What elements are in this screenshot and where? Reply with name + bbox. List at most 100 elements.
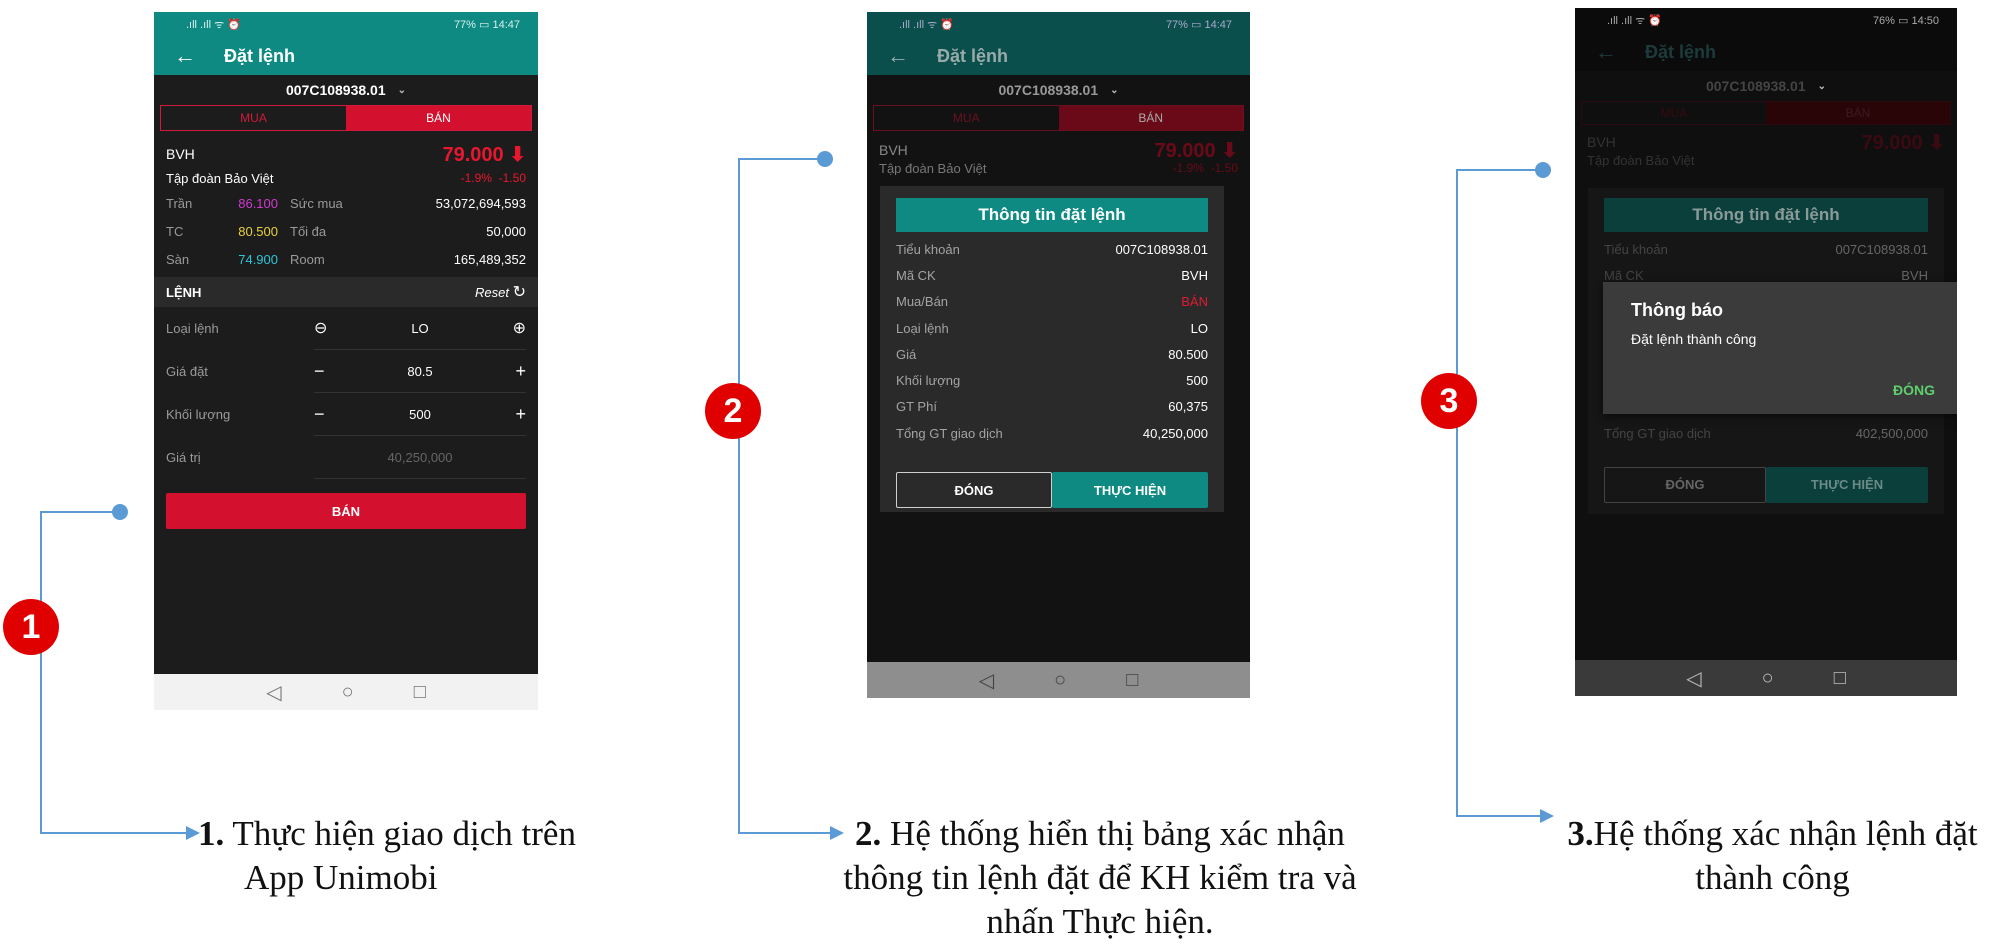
buy-sell-tabs: MUA BÁN (160, 105, 532, 131)
stock-symbol: BVH (1587, 134, 1616, 150)
company-name: Tập đoàn Bảo Việt (1587, 153, 1695, 167)
execute-button[interactable]: THỰC HIỆN (1052, 472, 1208, 509)
caption-text: App Unimobi (244, 858, 438, 897)
stock-header: BVH 79.000 ⬇ (867, 139, 1250, 162)
order-type-value: LO (411, 320, 429, 336)
tab-sell[interactable]: BÁN (346, 106, 531, 130)
dialog-title: Thông tin đặt lệnh (896, 198, 1208, 232)
phone-screen-success: .ıll .ıll ᯤ ⏰ 76% ▭ 14:50 ← Đặt lệnh 007… (1575, 8, 1957, 696)
nav-recent-icon[interactable]: □ (1126, 669, 1138, 692)
confirm-row: Tiểu khoản 007C108938.01 (1604, 241, 1928, 257)
confirm-row: Mua/Bán BÁN (896, 294, 1208, 310)
refresh-icon: ↻ (512, 284, 526, 301)
stock-symbol: BVH (166, 146, 195, 162)
account-selector[interactable]: 007C108938.01 ⌄ (867, 75, 1250, 105)
order-type-label: Loại lệnh (166, 320, 219, 336)
value-label: Giá trị (166, 449, 201, 465)
status-bar: .ıll .ıll ᯤ ⏰ 77% ▭ 14:47 (154, 12, 538, 37)
confirm-dialog: Thông tin đặt lệnh Tiểu khoản 007C108938.… (880, 186, 1224, 512)
nav-recent-icon[interactable]: □ (1834, 667, 1846, 690)
minus-icon[interactable]: − (314, 404, 325, 425)
order-type-row: Loại lệnh ⊖ LO ⊕ (166, 307, 526, 349)
order-section-title: LỆNH (166, 284, 202, 300)
nav-back-icon[interactable]: ◁ (266, 680, 281, 705)
battery-clock: 76% ▭ 14:50 (1872, 15, 1939, 27)
execute-button[interactable]: THỰC HIỆN (1766, 466, 1928, 503)
nav-home-icon[interactable]: ○ (342, 681, 354, 704)
next-circle-icon[interactable]: ⊕ (513, 318, 526, 338)
battery-clock: 77% ▭ 14:47 (1165, 19, 1232, 31)
nav-back-icon[interactable]: ◁ (1686, 666, 1701, 691)
notice-close-button[interactable]: ĐÓNG (1893, 382, 1935, 398)
account-selector[interactable]: 007C108938.01 ⌄ (1575, 71, 1957, 101)
prev-circle-icon[interactable]: ⊖ (314, 318, 327, 338)
price-input[interactable]: 80.5 (325, 364, 516, 379)
confirm-rows: Tiểu khoản 007C108938.01 Mã CK BVH Mua/Bán… (896, 236, 1208, 446)
plus-icon[interactable]: + (515, 404, 526, 425)
buy-sell-tabs: MUA BÁN (1581, 101, 1951, 125)
back-arrow-icon[interactable]: ← (1595, 39, 1617, 65)
tab-sell[interactable]: BÁN (1058, 106, 1243, 130)
ceiling-price: 86.100 (238, 195, 278, 211)
plus-icon[interactable]: + (515, 361, 526, 382)
tab-buy[interactable]: MUA (161, 106, 346, 130)
ref-price: 80.500 (238, 223, 278, 239)
notice-message: Đặt lệnh thành công (1631, 331, 1757, 347)
close-button[interactable]: ĐÓNG (1604, 466, 1767, 503)
signal-icon: .ıll .ıll ᯤ ⏰ (899, 19, 954, 31)
confirm-row: Tổng GT giao dịch 40,250,000 (896, 425, 1208, 441)
close-button[interactable]: ĐÓNG (896, 472, 1052, 509)
price-row: Giá đặt − 80.5 + (166, 349, 526, 392)
sell-submit-button[interactable]: BÁN (166, 493, 526, 529)
price-label: Giá đặt (166, 363, 208, 379)
value-row: Giá trị 40,250,000 (166, 435, 526, 479)
status-bar: .ıll .ıll ᯤ ⏰ 77% ▭ 14:47 (867, 12, 1250, 37)
qty-input[interactable]: 500 (325, 407, 516, 422)
caption-text: nhấn Thực hiện. (986, 902, 1214, 941)
buying-power-label: Sức mua (290, 195, 343, 211)
tab-buy[interactable]: MUA (874, 106, 1059, 130)
qty-label: Khối lượng (166, 406, 231, 422)
page-title: Đặt lệnh (224, 45, 296, 66)
signal-icon: .ıll .ıll ᯤ ⏰ (186, 19, 241, 31)
company-name: Tập đoàn Bảo Việt (879, 161, 987, 175)
caption-step-3: 3.Hệ thống xác nhận lệnh đặt thành công (1550, 812, 1995, 900)
nav-recent-icon[interactable]: □ (414, 681, 426, 704)
room-label: Room (290, 251, 325, 267)
caption-number: 1. (198, 814, 225, 853)
back-arrow-icon[interactable]: ← (174, 43, 196, 69)
caption-step-1: 1. Thực hiện giao dịch trên App Unimobi (198, 812, 658, 900)
order-value: 40,250,000 (387, 449, 453, 465)
confirm-row: Giá 80.500 (896, 346, 1208, 362)
battery-clock: 77% ▭ 14:47 (453, 19, 520, 31)
confirm-row: Tiểu khoản 007C108938.01 (896, 241, 1208, 257)
nav-home-icon[interactable]: ○ (1054, 669, 1066, 692)
ref-label: TC (166, 223, 184, 239)
company-name: Tập đoàn Bảo Việt (166, 170, 274, 186)
caption-text: thành công (1695, 858, 1850, 897)
tab-sell[interactable]: BÁN (1766, 102, 1950, 124)
stock-company-row: Tập đoàn Bảo Việt (1575, 153, 1957, 167)
android-nav-bar: ◁ ○ □ (154, 674, 538, 710)
account-selector[interactable]: 007C108938.01 ⌄ (154, 75, 538, 105)
stock-price: 79.000 ⬇ (1861, 131, 1946, 154)
floor-price: 74.900 (238, 251, 278, 267)
caption-step-2: 2. Hệ thống hiển thị bảng xác nhận thông… (820, 812, 1380, 944)
room-value: 165,489,352 (453, 251, 526, 267)
minus-icon[interactable]: − (314, 361, 325, 382)
price-change: -1.9% -1.50 (460, 171, 526, 185)
stock-price: 79.000 ⬇ (1154, 139, 1239, 162)
stock-price: 79.000 ⬇ (442, 143, 527, 166)
app-bar: ← Đặt lệnh (154, 37, 538, 75)
nav-back-icon[interactable]: ◁ (979, 668, 994, 693)
notice-dialog: Thông báo Đặt lệnh thành công ĐÓNG (1603, 282, 1957, 414)
stock-company-row: Tập đoàn Bảo Việt -1.9% -1.50 (154, 167, 538, 189)
step-badge-3: 3 (1421, 373, 1477, 429)
back-arrow-icon[interactable]: ← (887, 43, 909, 69)
tab-buy[interactable]: MUA (1582, 102, 1766, 124)
confirm-row: GT Phí 60,375 (896, 399, 1208, 415)
reset-button[interactable]: Reset ↻ (475, 282, 526, 302)
nav-home-icon[interactable]: ○ (1762, 667, 1774, 690)
signal-icon: .ıll .ıll ᯤ ⏰ (1607, 15, 1662, 27)
stock-stats: Trần 86.100 Sức mua 53,072,694,593 TC 80… (154, 189, 538, 273)
